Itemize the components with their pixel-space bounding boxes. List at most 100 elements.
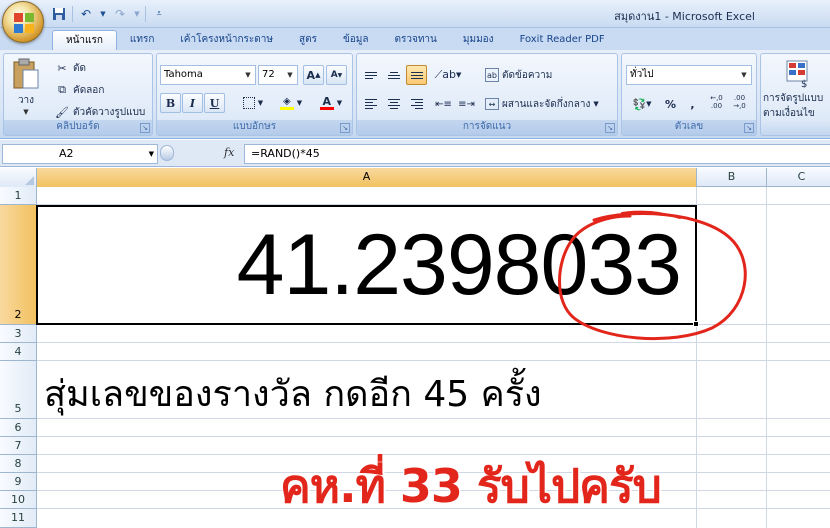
align-right-button[interactable]	[406, 94, 427, 114]
conditional-formatting-button[interactable]: $ การจัดรูปแบบ ตามเงื่อนไข	[763, 58, 830, 119]
copy-button[interactable]: ⧉ คัดลอก	[54, 80, 104, 100]
comma-style-button[interactable]: ,	[682, 94, 703, 114]
paint-bucket-icon: ◈	[279, 96, 294, 110]
row-header-8[interactable]: 8	[0, 455, 37, 473]
increase-decimal-icon: ←,0 .00	[710, 94, 723, 110]
column-headers: A B C	[0, 168, 830, 187]
font-group: Tahoma ▼ 72 ▼ A ▲ A ▼ B I U ▼ ◈ ▼ A ▼ แบ…	[156, 53, 353, 136]
worksheet-grid[interactable]: A B C 1 2 3 4 5 6 7 8 9 10 11 41.2398033	[0, 168, 830, 528]
name-box[interactable]: A2 ▼	[2, 144, 158, 164]
dialog-launcher-icon[interactable]: ↘	[605, 123, 615, 133]
column-header-b[interactable]: B	[697, 168, 767, 187]
grow-font-button[interactable]: A ▲	[303, 65, 324, 85]
underline-button[interactable]: U	[204, 93, 225, 113]
row-header-11[interactable]: 11	[0, 509, 37, 528]
dialog-launcher-icon[interactable]: ↘	[140, 123, 150, 133]
align-middle-button[interactable]	[383, 65, 404, 85]
font-color-button[interactable]: A ▼	[315, 93, 347, 113]
cut-button[interactable]: ✂ ตัด	[54, 58, 86, 78]
gridline	[766, 187, 767, 528]
office-logo-icon	[14, 13, 34, 33]
decrease-decimal-button[interactable]: .00 →,0	[729, 92, 750, 112]
tab-review[interactable]: ตรวจทาน	[382, 30, 450, 50]
tab-foxit-reader[interactable]: Foxit Reader PDF	[507, 30, 618, 50]
brush-icon: 🖌	[55, 105, 69, 119]
bold-button[interactable]: B	[160, 93, 181, 113]
align-center-button[interactable]	[383, 94, 404, 114]
percent-style-button[interactable]: %	[660, 94, 681, 114]
decrease-decimal-icon: .00 →,0	[733, 94, 746, 110]
borders-button[interactable]: ▼	[237, 93, 269, 113]
formula-bar: A2 ▼ fx =RAND()*45	[0, 140, 830, 167]
gridline	[37, 436, 830, 437]
font-size-combo[interactable]: 72 ▼	[258, 65, 298, 85]
paste-button[interactable]: วาง ▼	[10, 58, 42, 118]
font-name-combo[interactable]: Tahoma ▼	[160, 65, 256, 85]
tab-data[interactable]: ข้อมูล	[330, 30, 382, 50]
row-header-3[interactable]: 3	[0, 325, 37, 343]
accounting-format-button[interactable]: 💱 ▼	[626, 94, 658, 114]
orientation-button[interactable]: ⟋ab ▼	[433, 65, 463, 85]
number-group-label: ตัวเลข	[622, 120, 756, 135]
align-left-button[interactable]	[360, 94, 381, 114]
align-top-button[interactable]	[360, 65, 381, 85]
increase-decimal-button[interactable]: ←,0 .00	[706, 92, 727, 112]
name-box-value: A2	[59, 147, 74, 160]
wrap-text-button[interactable]: ab ตัดข้อความ	[485, 65, 552, 85]
font-group-label: แบบอักษร	[157, 120, 352, 135]
dialog-launcher-icon[interactable]: ↘	[744, 123, 754, 133]
tab-insert[interactable]: แทรก	[117, 30, 167, 50]
chevron-down-icon: ▼	[245, 71, 251, 79]
wrap-text-label: ตัดข้อความ	[502, 69, 553, 81]
office-button[interactable]	[2, 1, 44, 43]
shrink-font-button[interactable]: A ▼	[326, 65, 347, 85]
dialog-launcher-icon[interactable]: ↘	[340, 123, 350, 133]
row-header-2[interactable]: 2	[0, 205, 37, 325]
alignment-group: ⟋ab ▼ ab ตัดข้อความ ⇤≡ ≡⇥ ↔ ผสานและจัดกึ่…	[356, 53, 618, 136]
chevron-down-icon: ▼	[287, 71, 293, 79]
select-all-button[interactable]	[0, 168, 37, 187]
cell-a5-text: สุ่มเลขของรางวัล กดอีก 45 ครั้ง	[44, 374, 542, 415]
styles-group: $ การจัดรูปแบบ ตามเงื่อนไข	[760, 53, 830, 136]
number-format-combo[interactable]: ทั่วไป ▼	[626, 65, 752, 85]
tab-page-layout[interactable]: เค้าโครงหน้ากระดาษ	[167, 30, 286, 50]
merge-center-button[interactable]: ↔ ผสานและจัดกึ่งกลาง ▼	[485, 94, 599, 114]
underline-label: U	[209, 96, 220, 110]
tab-view[interactable]: มุมมอง	[450, 30, 507, 50]
insert-function-button[interactable]: fx	[224, 146, 234, 159]
window-title: สมุดงาน1 - Microsoft Excel	[614, 10, 755, 23]
formula-input[interactable]: =RAND()*45	[244, 144, 830, 164]
column-header-c[interactable]: C	[767, 168, 830, 187]
align-bottom-button[interactable]	[406, 65, 427, 85]
gridline	[37, 342, 830, 343]
align-bottom-icon	[410, 71, 423, 79]
fill-color-button[interactable]: ◈ ▼	[275, 93, 307, 113]
bold-label: B	[165, 96, 176, 110]
number-group: ทั่วไป ▼ 💱 ▼ % , ←,0 .00 .00 →,0 ตัวเลข ↘	[621, 53, 757, 136]
align-center-icon	[387, 99, 400, 109]
merge-center-label: ผสานและจัดกึ่งกลาง	[502, 98, 591, 110]
align-right-icon	[410, 99, 423, 109]
row-header-7[interactable]: 7	[0, 437, 37, 455]
chevron-down-icon: ▼	[646, 100, 652, 108]
row-header-10[interactable]: 10	[0, 491, 37, 509]
font-color-icon: A	[319, 95, 334, 110]
borders-icon	[242, 97, 255, 109]
row-header-9[interactable]: 9	[0, 473, 37, 491]
row-header-1[interactable]: 1	[0, 187, 37, 205]
fill-handle[interactable]	[693, 321, 699, 327]
format-painter-button[interactable]: 🖌 ตัวคัดวางรูปแบบ	[54, 102, 145, 122]
chevron-down-icon: ▼	[336, 99, 343, 107]
tab-home[interactable]: หน้าแรก	[52, 30, 117, 50]
decrease-indent-button[interactable]: ⇤≡	[433, 94, 454, 114]
row-header-4[interactable]: 4	[0, 343, 37, 361]
column-header-a[interactable]: A	[37, 168, 697, 187]
increase-indent-button[interactable]: ≡⇥	[456, 94, 477, 114]
row-header-5[interactable]: 5	[0, 361, 37, 419]
row-header-6[interactable]: 6	[0, 419, 37, 437]
tab-formulas[interactable]: สูตร	[286, 30, 330, 50]
ribbon: วาง ▼ ✂ ตัด ⧉ คัดลอก 🖌 ตัวคัดวางรูปแบบ ค…	[0, 50, 830, 139]
italic-button[interactable]: I	[182, 93, 203, 113]
font-color-letter: A	[322, 95, 332, 108]
cell-a2[interactable]: 41.2398033	[36, 205, 697, 325]
